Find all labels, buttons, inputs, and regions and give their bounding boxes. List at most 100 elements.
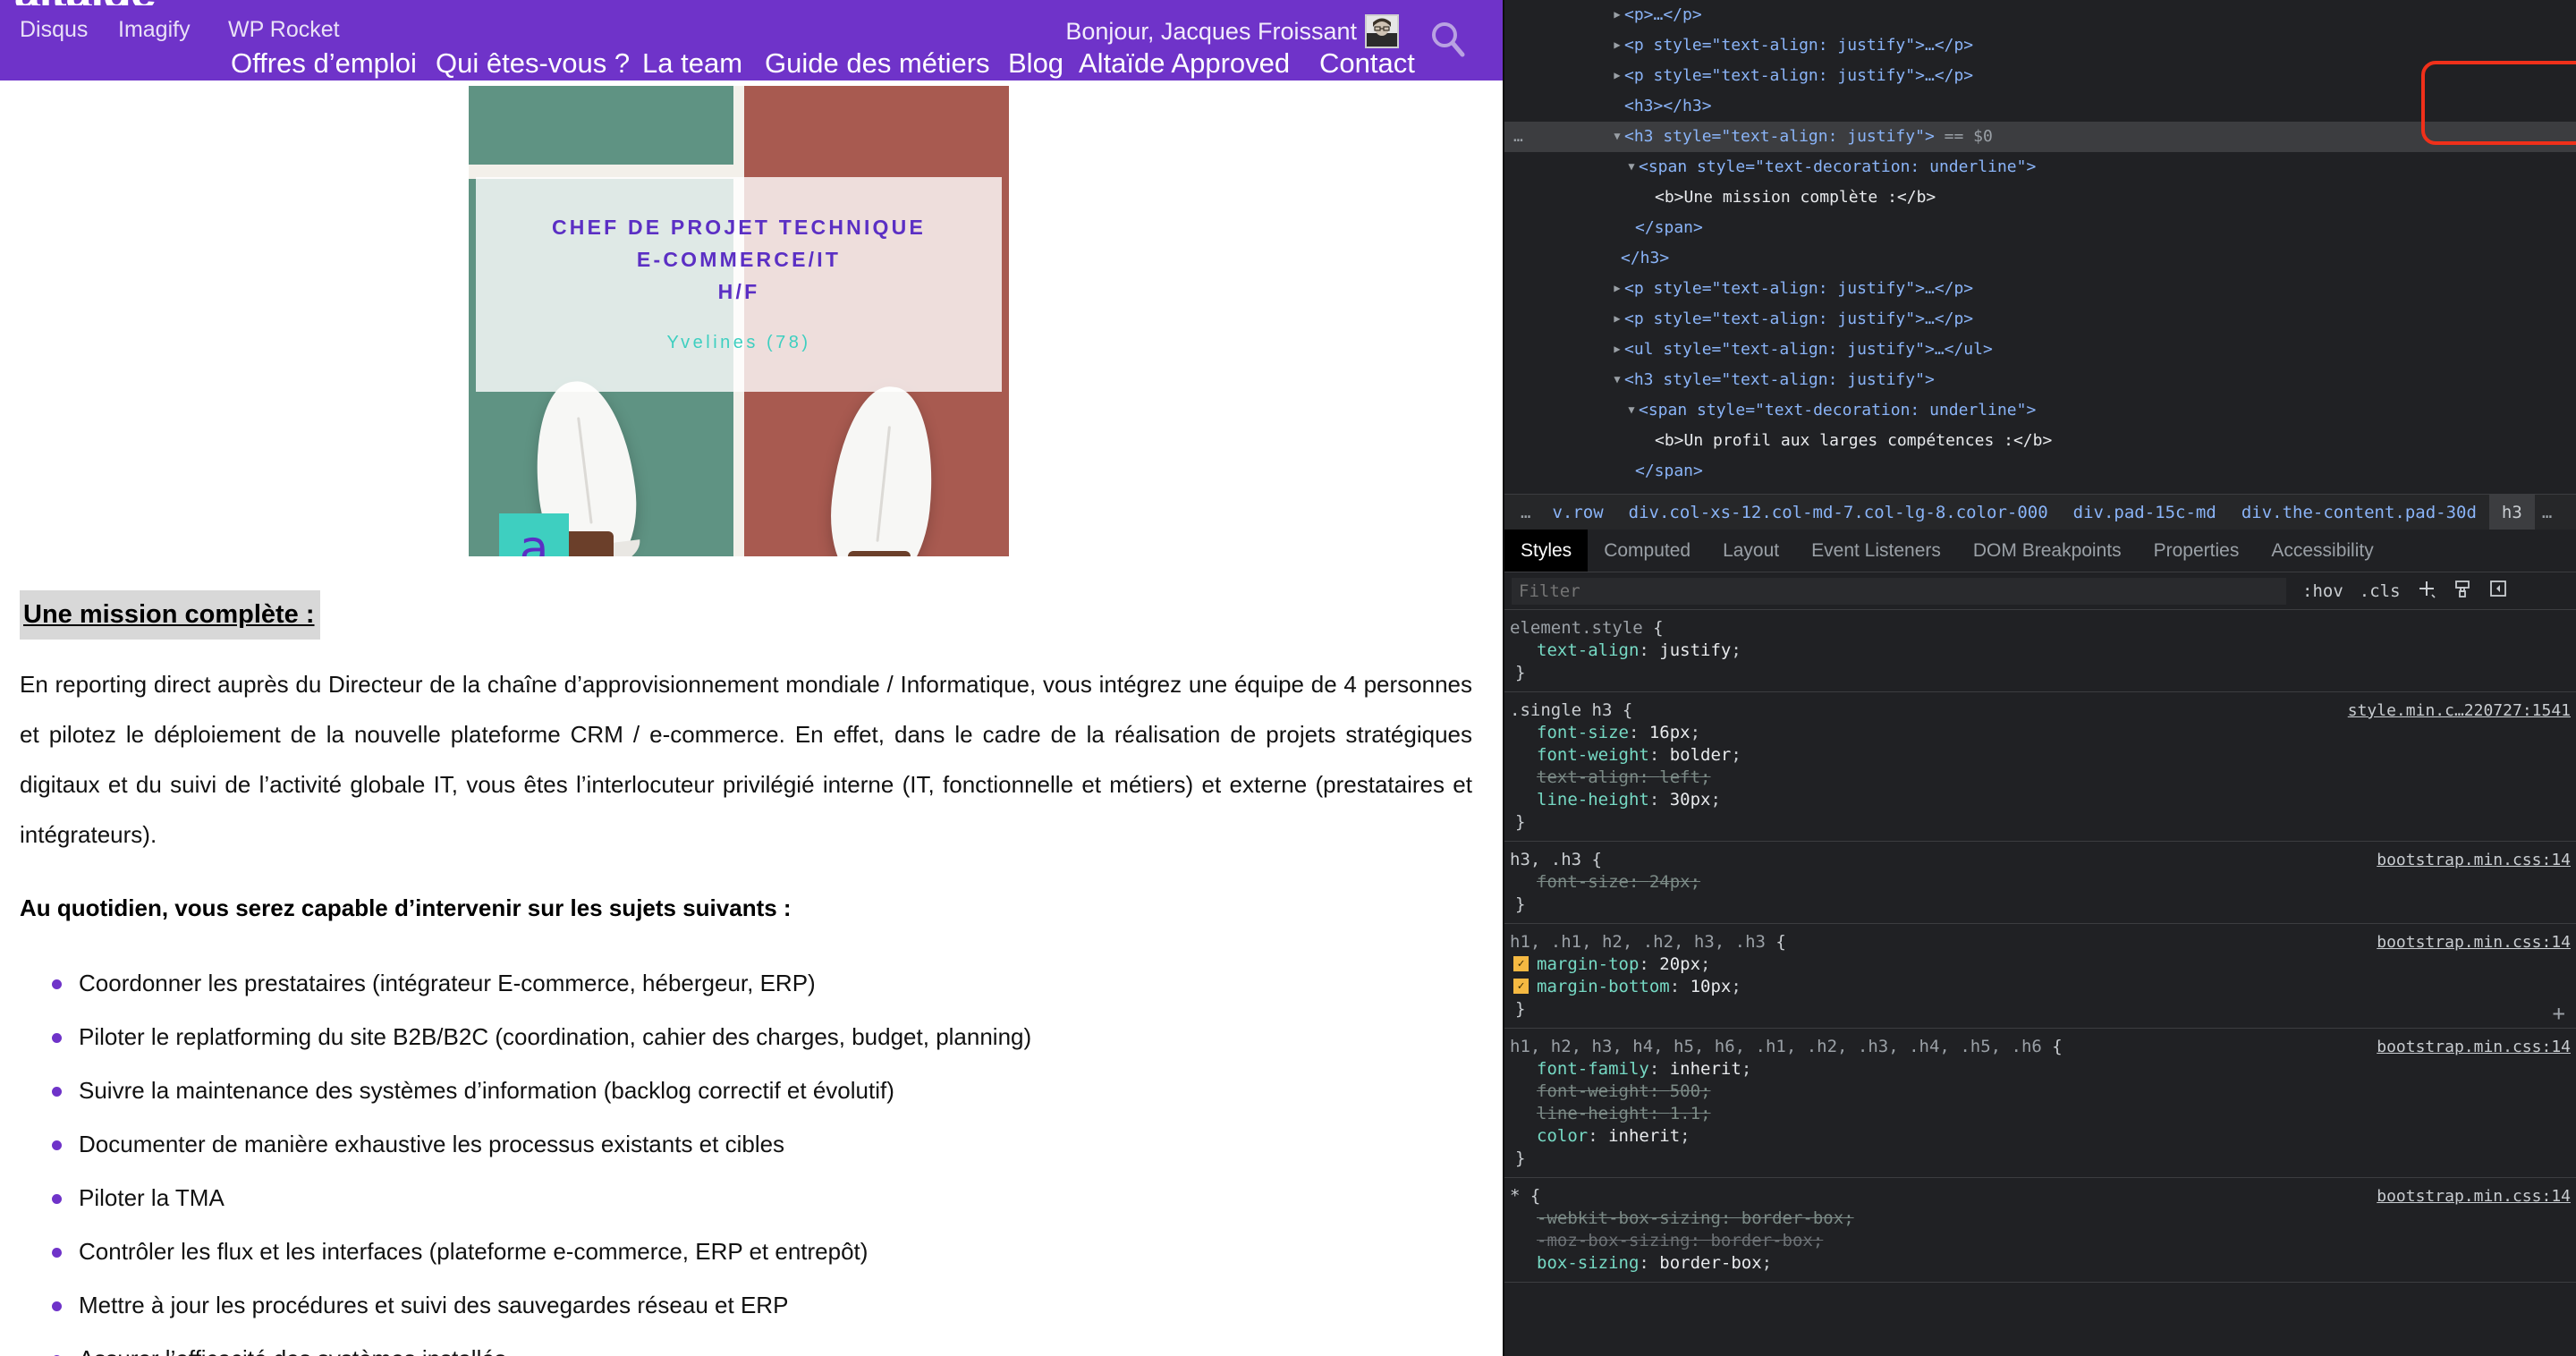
admin-link-imagify[interactable]: Imagify: [118, 16, 191, 43]
chevron-right-icon[interactable]: [1610, 303, 1624, 334]
css-declaration[interactable]: ✓ margin-bottom: 10px;: [1510, 976, 2576, 998]
css-property[interactable]: -webkit-box-sizing: [1537, 1208, 1721, 1228]
css-property[interactable]: line-height: [1537, 790, 1649, 809]
filter-input[interactable]: [1512, 577, 2286, 605]
chevron-right-icon[interactable]: [1610, 334, 1624, 364]
css-rule[interactable]: h1, h2, h3, h4, h5, h6, .h1, .h2, .h3, .…: [1504, 1029, 2576, 1178]
css-property[interactable]: text-align: [1537, 767, 1639, 787]
css-value[interactable]: left: [1659, 767, 1700, 787]
breadcrumb-item-h3[interactable]: h3: [2488, 495, 2535, 530]
css-value[interactable]: 1.1: [1670, 1104, 1700, 1123]
css-declaration-overridden[interactable]: text-align: left;: [1510, 767, 2576, 789]
dom-overflow-ellipsis[interactable]: …: [1513, 122, 1525, 152]
chevron-down-icon[interactable]: [1610, 121, 1624, 151]
tab-styles[interactable]: Styles: [1504, 530, 1589, 572]
css-selector[interactable]: h1, .h1, h2, .h2, h3, .h3: [1510, 932, 1766, 952]
css-property[interactable]: margin-bottom: [1537, 977, 1670, 996]
css-value[interactable]: border-box: [1710, 1231, 1812, 1250]
css-value[interactable]: 16px: [1649, 723, 1690, 742]
css-rule[interactable]: * { bootstrap.min.css:14 -webkit-box-siz…: [1504, 1178, 2576, 1283]
breadcrumb-item-content[interactable]: div.the-content.pad-30d: [2229, 495, 2489, 530]
css-selector[interactable]: *: [1510, 1186, 1530, 1206]
breadcrumb-overflow-right[interactable]: …: [2535, 495, 2561, 530]
nav-item-offres-demploi[interactable]: Offres d’emploi: [231, 41, 417, 86]
css-value[interactable]: bolder: [1670, 745, 1732, 765]
chevron-down-icon[interactable]: [1624, 394, 1639, 425]
breadcrumb-item-col[interactable]: div.col-xs-12.col-md-7.col-lg-8.color-00…: [1616, 495, 2061, 530]
css-property[interactable]: font-weight: [1537, 745, 1649, 765]
css-value[interactable]: border-box: [1659, 1253, 1761, 1273]
css-value[interactable]: inherit: [1608, 1126, 1680, 1146]
declaration-checkbox[interactable]: ✓: [1513, 956, 1529, 971]
dom-node[interactable]: <ul style="text-align: justify">…</ul>: [1504, 335, 2576, 365]
css-declaration-overridden[interactable]: font-weight: 500;: [1510, 1081, 2576, 1103]
css-value[interactable]: 20px: [1659, 954, 1700, 974]
admin-link-disqus[interactable]: Disqus: [20, 16, 88, 43]
css-property[interactable]: font-size: [1537, 872, 1629, 892]
dom-node[interactable]: </span>: [1504, 456, 2576, 487]
css-rule[interactable]: .single h3 { style.min.c…220727:1541 fon…: [1504, 692, 2576, 842]
css-property[interactable]: text-align: [1537, 640, 1639, 660]
css-declaration[interactable]: color: inherit;: [1510, 1125, 2576, 1148]
tab-event-listeners[interactable]: Event Listeners: [1795, 530, 1957, 572]
chevron-down-icon[interactable]: [1610, 364, 1624, 394]
css-declaration[interactable]: font-family: inherit;: [1510, 1058, 2576, 1081]
css-rule-origin[interactable]: bootstrap.min.css:14: [2377, 849, 2571, 871]
css-value[interactable]: border-box: [1741, 1208, 1843, 1228]
css-rule-origin[interactable]: bootstrap.min.css:14: [2377, 931, 2571, 953]
css-rule-origin[interactable]: style.min.c…220727:1541: [2348, 699, 2571, 722]
chevron-right-icon[interactable]: [1610, 273, 1624, 303]
css-value[interactable]: 30px: [1670, 790, 1711, 809]
css-selector[interactable]: .single h3: [1510, 700, 1612, 720]
chevron-right-icon[interactable]: [1610, 30, 1624, 60]
css-selector[interactable]: h3, .h3: [1510, 850, 1581, 869]
dom-node[interactable]: </h3>: [1504, 487, 2576, 494]
css-rule[interactable]: element.style { text-align: justify; }: [1504, 610, 2576, 692]
dom-node[interactable]: <p style="text-align: justify">…</p>: [1504, 61, 2576, 91]
tab-computed[interactable]: Computed: [1588, 530, 1707, 572]
cls-toggle-button[interactable]: .cls: [2360, 581, 2401, 601]
dom-node[interactable]: </span>: [1504, 213, 2576, 243]
css-declaration-overridden[interactable]: -webkit-box-sizing: border-box;: [1510, 1208, 2576, 1230]
css-declaration[interactable]: text-align: justify;: [1510, 640, 2576, 662]
css-property[interactable]: font-weight: [1537, 1081, 1649, 1101]
nav-item-blog[interactable]: Blog: [1008, 41, 1063, 86]
css-property[interactable]: color: [1537, 1126, 1588, 1146]
css-property[interactable]: font-size: [1537, 723, 1629, 742]
chevron-right-icon[interactable]: [1610, 60, 1624, 90]
css-declaration-overridden[interactable]: font-size: 24px;: [1510, 871, 2576, 894]
css-property[interactable]: box-sizing: [1537, 1253, 1639, 1273]
tab-accessibility[interactable]: Accessibility: [2255, 530, 2389, 572]
css-value[interactable]: 24px: [1649, 872, 1690, 892]
nav-item-altaide-approved[interactable]: Altaïde Approved: [1079, 41, 1290, 86]
dom-node-selected[interactable]: … <h3 style="text-align: justify"> == $0: [1504, 122, 2576, 152]
tab-dom-breakpoints[interactable]: DOM Breakpoints: [1957, 530, 2138, 572]
breadcrumb-item-pad15c[interactable]: div.pad-15c-md: [2061, 495, 2229, 530]
css-value[interactable]: justify: [1659, 640, 1731, 660]
nav-item-guide-des-metiers[interactable]: Guide des métiers: [765, 41, 990, 86]
dom-node[interactable]: <span style="text-decoration: underline"…: [1504, 152, 2576, 182]
css-selector[interactable]: h1, h2, h3, h4, h5, h6, .h1, .h2, .h3, .…: [1510, 1037, 2042, 1056]
plus-icon[interactable]: [2417, 579, 2436, 603]
toggle-sidebar-icon[interactable]: [2488, 579, 2508, 603]
hov-toggle-button[interactable]: :hov: [2302, 581, 2343, 601]
css-selector[interactable]: element.style: [1510, 618, 1643, 638]
css-declaration[interactable]: ✓ margin-top: 20px;: [1510, 953, 2576, 976]
css-declaration-overridden[interactable]: line-height: 1.1;: [1510, 1103, 2576, 1125]
css-property[interactable]: font-family: [1537, 1059, 1649, 1079]
css-declaration[interactable]: font-weight: bolder;: [1510, 744, 2576, 767]
breadcrumb-overflow-left[interactable]: …: [1513, 495, 1539, 530]
dom-node[interactable]: </h3>: [1504, 243, 2576, 274]
css-property[interactable]: margin-top: [1537, 954, 1639, 974]
css-value[interactable]: inherit: [1670, 1059, 1741, 1079]
dom-node[interactable]: <p>…</p>: [1504, 0, 2576, 30]
admin-link-wp-rocket[interactable]: WP Rocket: [228, 16, 340, 43]
add-declaration-icon[interactable]: +: [2553, 1003, 2565, 1024]
breadcrumb-item-row[interactable]: v.row: [1539, 495, 1615, 530]
dom-node[interactable]: <b>Une mission complète :</b>: [1504, 182, 2576, 213]
css-value[interactable]: 10px: [1690, 977, 1732, 996]
dom-node[interactable]: <b>Un profil aux larges compétences :</b…: [1504, 426, 2576, 456]
css-rule[interactable]: h3, .h3 { bootstrap.min.css:14 font-size…: [1504, 842, 2576, 924]
dom-node[interactable]: <h3 style="text-align: justify">: [1504, 365, 2576, 395]
dom-node[interactable]: <p style="text-align: justify">…</p>: [1504, 304, 2576, 335]
